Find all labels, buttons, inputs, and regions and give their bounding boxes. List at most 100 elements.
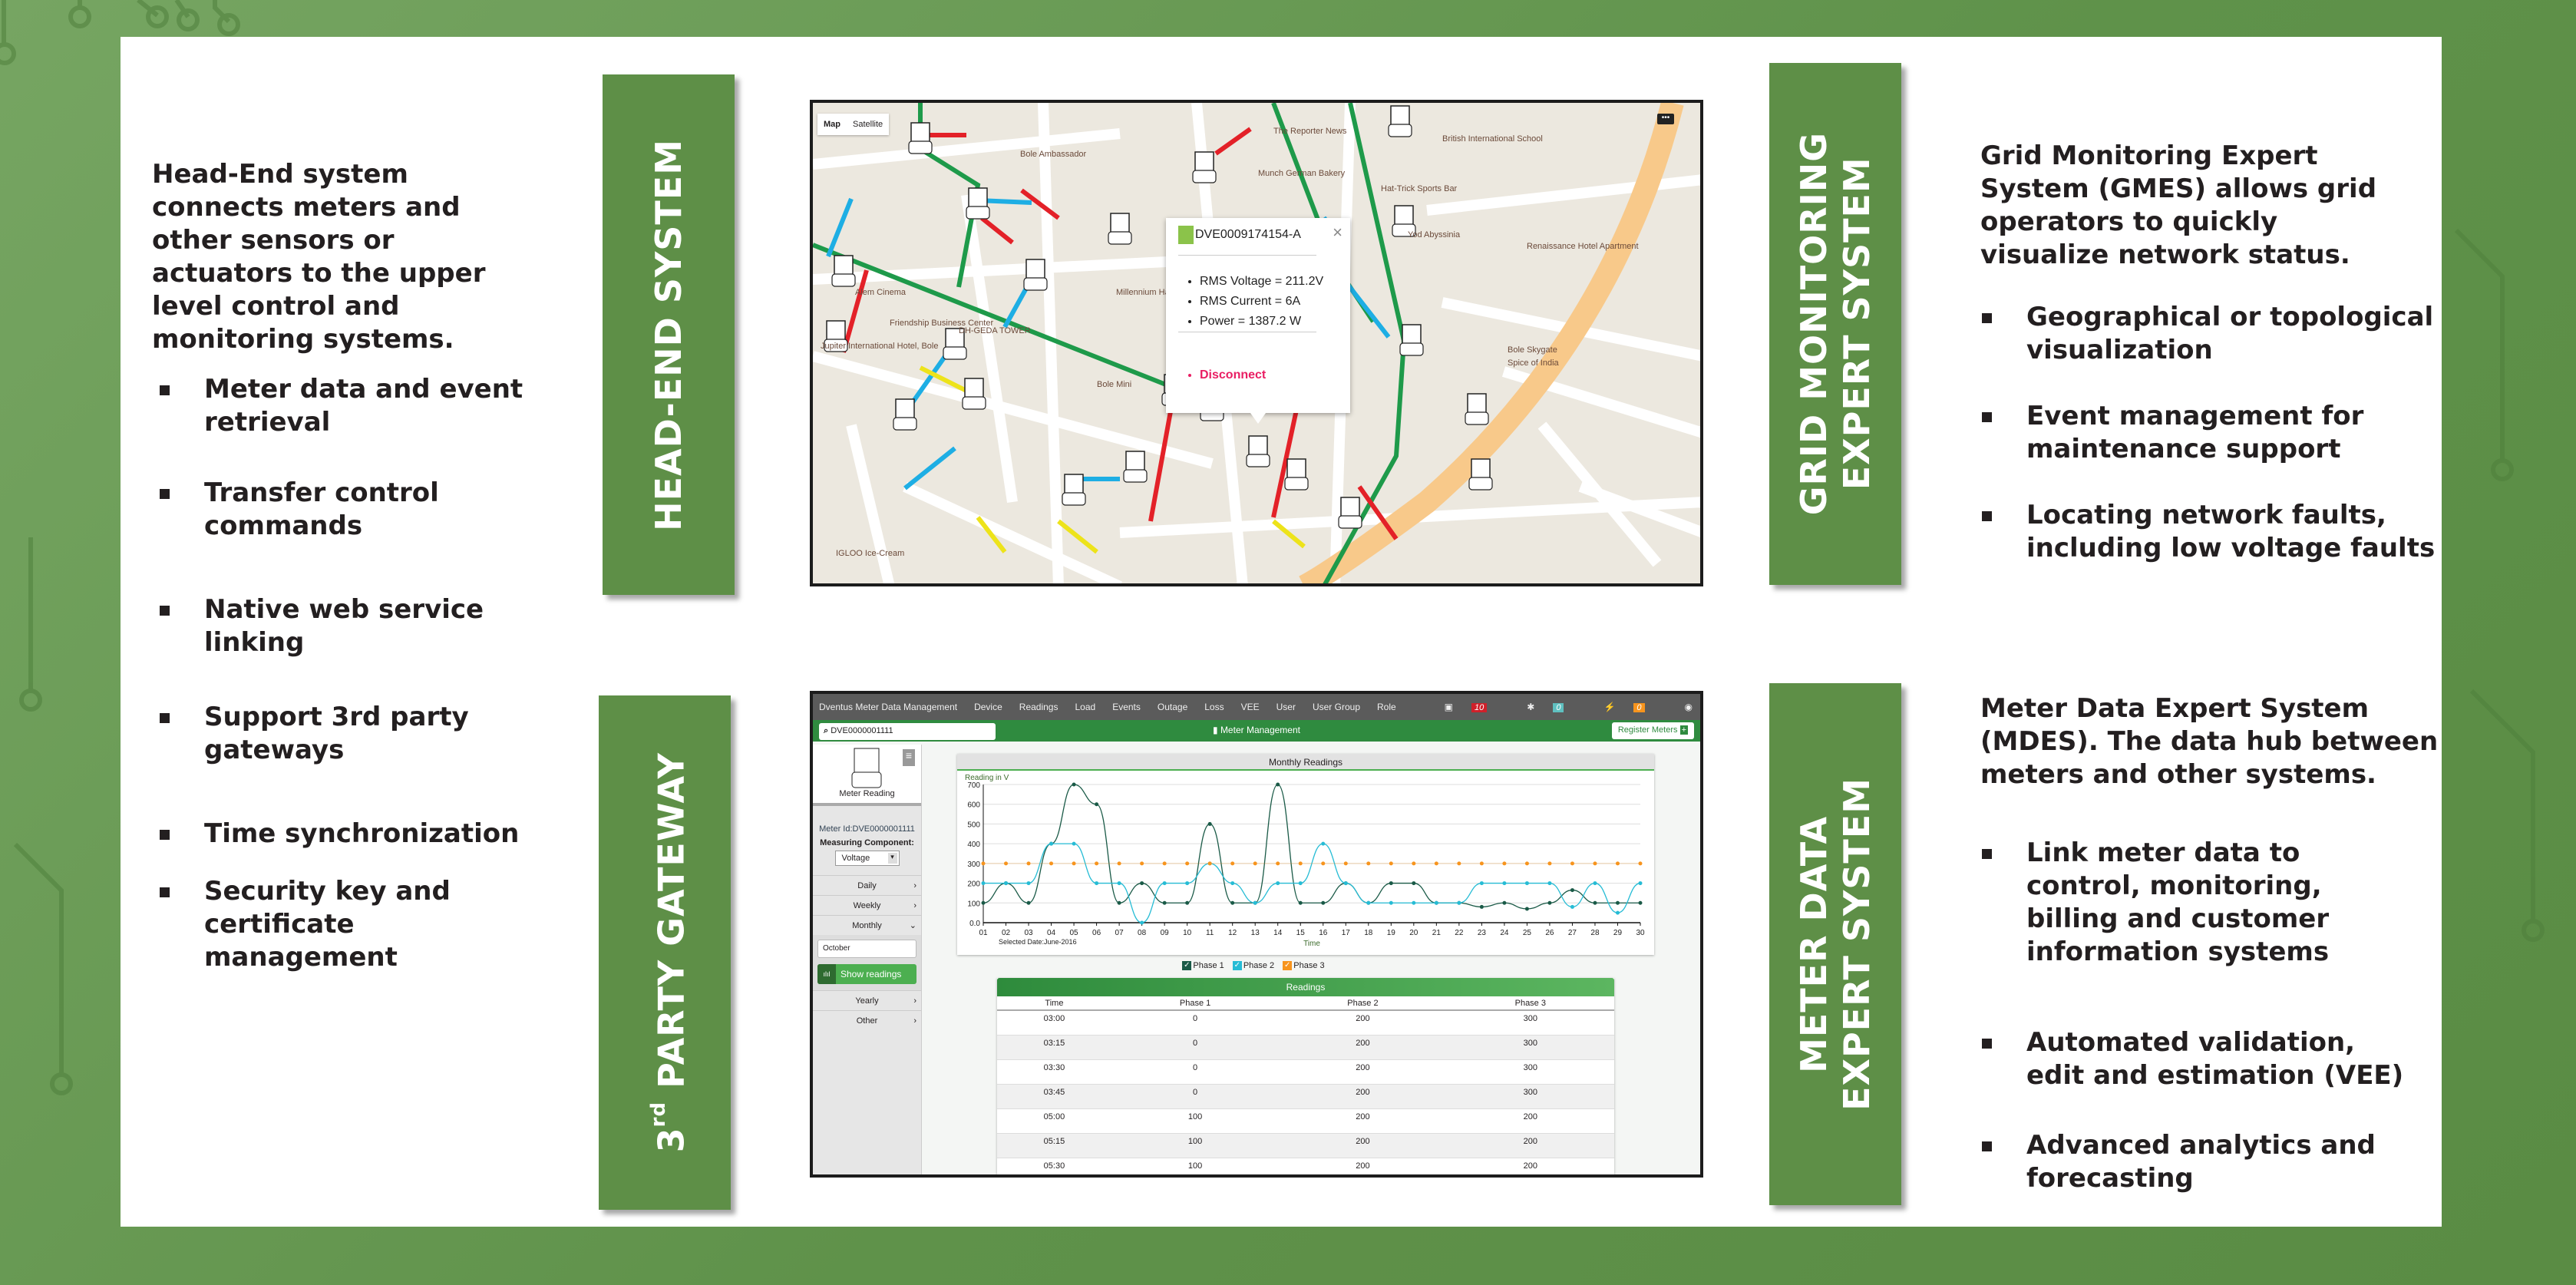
meter-marker[interactable] xyxy=(1108,213,1132,245)
data-point xyxy=(1547,900,1552,905)
period-monthly[interactable]: Monthly ⌄ xyxy=(813,915,921,935)
outage-notifications[interactable]: ⚡ 0 xyxy=(1603,702,1661,712)
close-icon[interactable]: × xyxy=(1333,223,1342,243)
nav-readings[interactable]: Readings xyxy=(1019,702,1058,712)
data-point xyxy=(1117,861,1121,866)
table-cell: 100 xyxy=(1111,1108,1280,1134)
data-point xyxy=(1615,861,1620,866)
meter-marker[interactable] xyxy=(1284,458,1309,491)
period-other[interactable]: Other › xyxy=(813,1010,921,1030)
nav-role[interactable]: Role xyxy=(1377,702,1396,712)
period-yearly[interactable]: Yearly › xyxy=(813,990,921,1010)
mdes-label-text: METER DATA EXPERT SYSTEM xyxy=(1793,778,1878,1111)
nav-user[interactable]: User xyxy=(1276,702,1296,712)
meter-info-popup: DVE0009174154-A × RMS Voltage = 211.2V R… xyxy=(1166,218,1350,424)
table-row: 03:15 0 200 300 xyxy=(997,1035,1614,1060)
alarm-notifications[interactable]: ▣ 10 xyxy=(1445,702,1504,712)
map-place-label: Millennium Hall xyxy=(1116,288,1174,297)
map-type-map[interactable]: Map xyxy=(817,114,847,135)
data-point xyxy=(1547,861,1552,866)
table-cell: 0 xyxy=(1111,1059,1280,1085)
data-point xyxy=(1117,900,1121,905)
readings-list: RMS Voltage = 211.2V RMS Current = 6A Po… xyxy=(1189,275,1323,335)
alarm-badge: 10 xyxy=(1471,703,1488,712)
data-point xyxy=(1072,861,1076,866)
menu-icon[interactable]: ≡ xyxy=(903,749,915,766)
data-point xyxy=(1298,861,1303,866)
y-tick-label: 0.0 xyxy=(969,920,980,928)
meter-marker[interactable] xyxy=(1399,324,1424,356)
meter-marker[interactable] xyxy=(908,122,933,154)
nav-load[interactable]: Load xyxy=(1075,702,1095,712)
data-point xyxy=(1389,900,1393,905)
x-tick-label: 22 xyxy=(1455,929,1464,937)
x-tick-label: 16 xyxy=(1319,929,1328,937)
table-cell: 03:30 xyxy=(997,1059,1111,1085)
period-daily[interactable]: Daily › xyxy=(813,875,921,895)
x-tick-label: 05 xyxy=(1070,929,1079,937)
map-place-label: British International School xyxy=(1442,134,1543,144)
meter-marker[interactable] xyxy=(1192,151,1217,183)
map-place-label: Spice of India xyxy=(1508,358,1560,368)
map-type-satellite[interactable]: Satellite xyxy=(847,114,889,135)
map-type-control: Map Satellite xyxy=(817,114,890,135)
event-notifications[interactable]: ✱ 0 xyxy=(1527,702,1580,712)
table-cell: 03:15 xyxy=(997,1035,1111,1060)
disconnect-link[interactable]: Disconnect xyxy=(1200,368,1266,382)
data-point xyxy=(1185,861,1190,866)
map-screenshot[interactable]: Bole Ambassador The Reporter News British … xyxy=(810,100,1703,586)
meter-marker[interactable] xyxy=(1468,458,1493,491)
head-end-label-text: HEAD-END SYSTEM xyxy=(648,138,689,531)
bullet: Transfer control commands xyxy=(154,477,553,543)
legend-phase3-checkbox[interactable]: ✓ xyxy=(1283,961,1293,971)
data-point xyxy=(1298,881,1303,886)
data-point xyxy=(1185,881,1190,886)
register-meters-button[interactable]: Register Meters + xyxy=(1611,722,1694,739)
nav-user-group[interactable]: User Group xyxy=(1313,702,1360,712)
meter-search-input[interactable]: ⌕ DVE0000001111 xyxy=(819,723,996,740)
meter-marker[interactable] xyxy=(1062,474,1086,506)
sidebar-controls: Meter Id:DVE0000001111 Measuring Compone… xyxy=(813,806,921,1174)
bullet: Support 3rd party gateways xyxy=(154,701,553,767)
bullet: Advanced analytics and forecasting xyxy=(1976,1129,2406,1195)
nav-events[interactable]: Events xyxy=(1112,702,1141,712)
outage-badge: 0 xyxy=(1633,703,1645,712)
data-point xyxy=(1638,900,1643,905)
nav-brand[interactable]: Dventus Meter Data Management xyxy=(819,702,957,712)
period-weekly[interactable]: Weekly › xyxy=(813,895,921,915)
meter-marker[interactable] xyxy=(1388,105,1412,137)
legend-phase2: Phase 2 xyxy=(1243,961,1275,970)
map-place-label: Yod Abyssinia xyxy=(1408,230,1461,239)
nav-vee[interactable]: VEE xyxy=(1241,702,1260,712)
map-place-label: DH-GEDA TOWER xyxy=(959,326,1031,335)
meter-marker[interactable] xyxy=(962,378,986,410)
meter-marker[interactable] xyxy=(831,255,856,287)
data-point xyxy=(1434,861,1438,866)
nav-loss[interactable]: Loss xyxy=(1204,702,1224,712)
data-point xyxy=(1638,861,1643,866)
meter-marker[interactable] xyxy=(893,398,917,431)
month-input[interactable]: October xyxy=(817,940,916,958)
top-nav: Dventus Meter Data Management Device Rea… xyxy=(813,694,1700,720)
meter-marker[interactable] xyxy=(1123,451,1148,483)
nav-device[interactable]: Device xyxy=(974,702,1002,712)
meter-marker[interactable] xyxy=(1246,435,1270,467)
legend-phase1-checkbox[interactable]: ✓ xyxy=(1182,961,1192,971)
map-place-label: Renaissance Hotel Apartment xyxy=(1527,242,1639,251)
meter-marker[interactable] xyxy=(1023,259,1048,291)
user-icon[interactable]: ◉ xyxy=(1685,702,1693,712)
gmes-label-text: GRID MONITORING EXPERT SYSTEM xyxy=(1793,132,1878,516)
x-tick-label: 10 xyxy=(1183,929,1192,937)
meter-marker[interactable] xyxy=(1338,497,1362,529)
x-tick-label: 01 xyxy=(979,929,988,937)
x-tick-label: 17 xyxy=(1342,929,1351,937)
nav-outage[interactable]: Outage xyxy=(1158,702,1187,712)
meter-marker[interactable] xyxy=(966,187,990,220)
measuring-component-select[interactable]: Voltage xyxy=(834,851,900,866)
meter-marker[interactable] xyxy=(1465,393,1489,425)
bullet: Native web service linking xyxy=(154,593,553,659)
legend-phase2-checkbox[interactable]: ✓ xyxy=(1232,961,1242,971)
more-options-button[interactable]: ••• xyxy=(1657,114,1674,124)
data-point xyxy=(1207,861,1212,866)
table-cell: 300 xyxy=(1446,1035,1614,1060)
